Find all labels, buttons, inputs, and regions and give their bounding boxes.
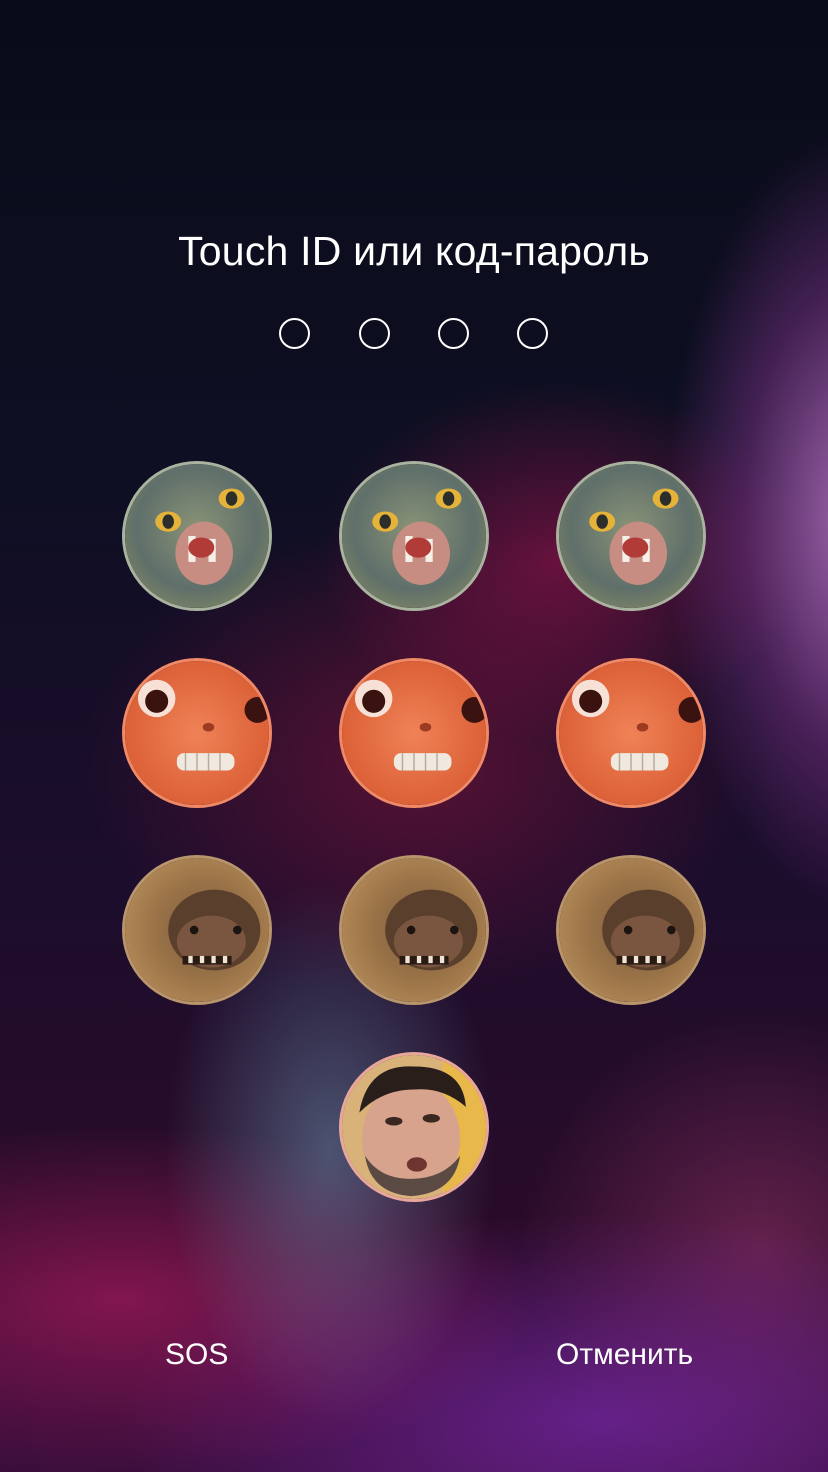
creature-face-1-icon [342,464,486,608]
keypad-key-7[interactable]: 7 [122,855,272,1005]
hedgehog-face-icon [342,858,486,1002]
keypad-key-label: 1 [125,608,126,609]
passcode-dot-2 [359,318,390,349]
man-face-icon [342,1055,486,1199]
sos-button[interactable]: SOS [165,1338,228,1372]
keypad-key-label: 9 [559,1002,560,1003]
passcode-dot-1 [279,318,310,349]
passcode-dots [279,318,551,350]
hedgehog-face-icon [125,858,269,1002]
creature-face-1-icon [125,464,269,608]
keypad-key-label: 4 [125,805,126,806]
orange-face-icon [559,661,703,805]
keypad-key-label: 8 [342,1002,343,1003]
passcode-dot-4 [517,318,548,349]
keypad-key-0[interactable]: 0 [339,1052,489,1202]
keypad-key-label: 0 [342,1199,343,1200]
orange-face-icon [125,661,269,805]
keypad-key-1[interactable]: 1 [122,461,272,611]
keypad-key-label: 2 [342,608,343,609]
keypad-key-8[interactable]: 8 [339,855,489,1005]
keypad-key-4[interactable]: 4 [122,658,272,808]
keypad-key-label: 7 [125,1002,126,1003]
creature-face-1-icon [559,464,703,608]
keypad-key-6[interactable]: 6 [556,658,706,808]
keypad-key-label: 6 [559,805,560,806]
orange-face-icon [342,661,486,805]
keypad-key-9[interactable]: 9 [556,855,706,1005]
keypad-key-label: 5 [342,805,343,806]
hedgehog-face-icon [559,858,703,1002]
passcode-dot-3 [438,318,469,349]
passcode-prompt-title: Touch ID или код-пароль [178,228,650,274]
keypad-key-2[interactable]: 2 [339,461,489,611]
lock-screen: Touch ID или код-пароль SOS Отменить [0,0,828,1472]
keypad-key-label: 3 [559,608,560,609]
cancel-button[interactable]: Отменить [556,1338,693,1372]
keypad-key-5[interactable]: 5 [339,658,489,808]
keypad-key-3[interactable]: 3 [556,461,706,611]
